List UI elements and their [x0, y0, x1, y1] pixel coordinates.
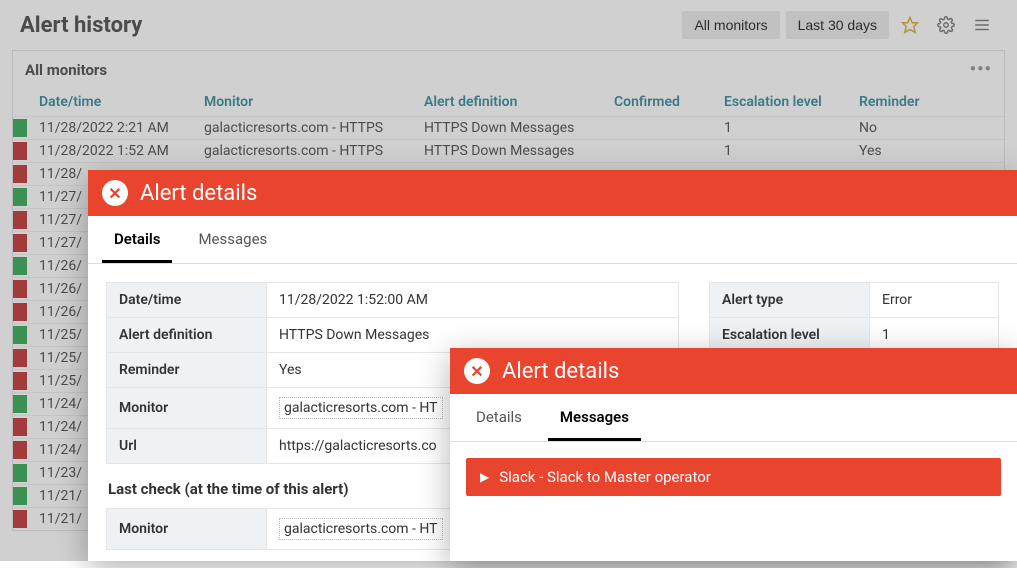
- status-indicator: [13, 464, 27, 482]
- label-alertdef: Alert definition: [107, 318, 267, 353]
- value-datetime: 11/28/2022 1:52:00 AM: [267, 283, 679, 318]
- modal2-title: Alert details: [502, 359, 619, 384]
- modal-title: Alert details: [140, 181, 257, 206]
- status-indicator: [13, 510, 27, 528]
- status-indicator: [13, 142, 27, 160]
- modal-header: ✕ Alert details: [88, 170, 1017, 216]
- message-row[interactable]: ▶ Slack - Slack to Master operator: [466, 458, 1001, 496]
- col-alertdef[interactable]: Alert definition: [416, 88, 606, 117]
- cell-monitor: galacticresorts.com - HTTPS: [196, 117, 416, 140]
- panel-title: All monitors: [25, 61, 107, 79]
- filter-monitors-button[interactable]: All monitors: [682, 11, 779, 39]
- page-header: Alert history All monitors Last 30 days: [0, 0, 1017, 50]
- value-lc-monitor-link[interactable]: galacticresorts.com - HT: [279, 518, 443, 540]
- status-indicator: [13, 257, 27, 275]
- status-indicator: [13, 303, 27, 321]
- tab-details[interactable]: Details: [464, 394, 534, 441]
- value-monitor-link[interactable]: galacticresorts.com - HT: [279, 397, 443, 419]
- message-label: Slack - Slack to Master operator: [499, 468, 711, 486]
- alert-details-messages-modal: ✕ Alert details Details Messages ▶ Slack…: [450, 348, 1017, 561]
- status-indicator: [13, 165, 27, 183]
- label-alerttype: Alert type: [710, 283, 870, 318]
- label-url: Url: [107, 429, 267, 464]
- label-reminder: Reminder: [107, 353, 267, 388]
- label-datetime: Date/time: [107, 283, 267, 318]
- status-indicator: [13, 441, 27, 459]
- close-icon[interactable]: ✕: [464, 358, 490, 384]
- cell-confirmed: [606, 140, 716, 163]
- value-alerttype: Error: [870, 283, 999, 318]
- status-indicator: [13, 188, 27, 206]
- cell-alertdef: HTTPS Down Messages: [416, 140, 606, 163]
- cell-alertdef: HTTPS Down Messages: [416, 117, 606, 140]
- cell-monitor: galacticresorts.com - HTTPS: [196, 140, 416, 163]
- status-indicator: [13, 119, 27, 137]
- panel-header: All monitors •••: [13, 51, 1004, 88]
- settings-gear-icon[interactable]: [931, 10, 961, 40]
- tab-details[interactable]: Details: [102, 216, 172, 263]
- modal2-header: ✕ Alert details: [450, 348, 1017, 394]
- panel-more-icon[interactable]: •••: [970, 59, 992, 80]
- status-indicator: [13, 418, 27, 436]
- cell-reminder: No: [851, 117, 1004, 140]
- label-lc-monitor: Monitor: [107, 509, 267, 550]
- modal-tabs: Details Messages: [88, 216, 1017, 264]
- hamburger-menu-icon[interactable]: [967, 10, 997, 40]
- cell-confirmed: [606, 117, 716, 140]
- col-reminder[interactable]: Reminder: [851, 88, 1004, 117]
- messages-body: ▶ Slack - Slack to Master operator: [450, 442, 1017, 512]
- status-indicator: [13, 211, 27, 229]
- tab-messages[interactable]: Messages: [548, 394, 641, 441]
- status-indicator: [13, 234, 27, 252]
- label-monitor: Monitor: [107, 388, 267, 429]
- page-title: Alert history: [20, 13, 676, 38]
- cell-escalation: 1: [716, 117, 851, 140]
- col-datetime[interactable]: Date/time: [31, 88, 196, 117]
- status-indicator: [13, 487, 27, 505]
- status-indicator: [13, 326, 27, 344]
- tab-messages[interactable]: Messages: [186, 216, 279, 263]
- col-confirmed[interactable]: Confirmed: [606, 88, 716, 117]
- status-indicator: [13, 349, 27, 367]
- col-escalation[interactable]: Escalation level: [716, 88, 851, 117]
- close-icon[interactable]: ✕: [102, 180, 128, 206]
- table-row[interactable]: 11/28/2022 1:52 AMgalacticresorts.com - …: [13, 140, 1004, 163]
- cell-datetime: 11/28/2022 2:21 AM: [31, 117, 196, 140]
- table-row[interactable]: 11/28/2022 2:21 AMgalacticresorts.com - …: [13, 117, 1004, 140]
- cell-datetime: 11/28/2022 1:52 AM: [31, 140, 196, 163]
- cell-reminder: Yes: [851, 140, 1004, 163]
- expand-triangle-icon: ▶: [480, 470, 489, 484]
- status-indicator: [13, 280, 27, 298]
- modal2-tabs: Details Messages: [450, 394, 1017, 442]
- cell-escalation: 1: [716, 140, 851, 163]
- col-monitor[interactable]: Monitor: [196, 88, 416, 117]
- status-indicator: [13, 372, 27, 390]
- favorite-star-icon[interactable]: [895, 10, 925, 40]
- filter-range-button[interactable]: Last 30 days: [786, 11, 889, 39]
- status-indicator: [13, 395, 27, 413]
